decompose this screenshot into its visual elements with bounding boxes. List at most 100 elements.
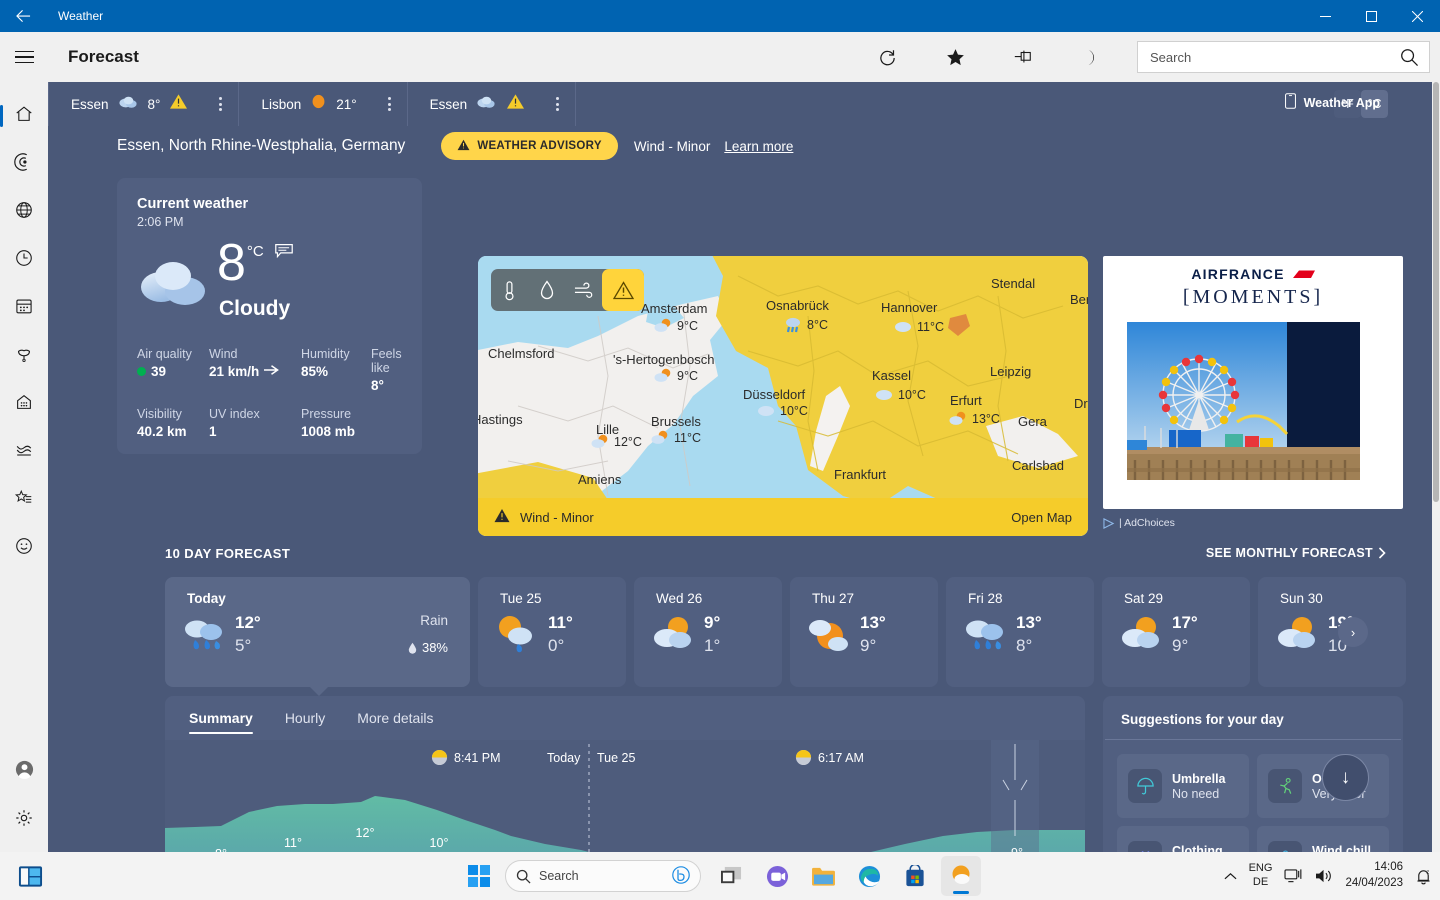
day-low-temp: 9°: [1172, 635, 1198, 658]
metric-pressure: Pressure 1008 mb: [301, 407, 371, 439]
alerts-icon[interactable]: [602, 269, 644, 311]
metric-value: 40.2 km: [137, 424, 209, 439]
location-options-icon[interactable]: [388, 97, 391, 111]
map-place-label: Ber: [1070, 292, 1088, 307]
sidebar-item-hourly[interactable]: [0, 236, 48, 284]
day-low-temp: 5°: [235, 635, 261, 658]
location-tab[interactable]: Lisbon 21°: [239, 82, 407, 126]
location-tab[interactable]: Essen: [408, 82, 577, 126]
open-map-link[interactable]: Open Map: [1011, 510, 1072, 525]
learn-more-link[interactable]: Learn more: [724, 139, 793, 154]
alert-triangle-icon: [506, 93, 525, 115]
search-box[interactable]: [1137, 41, 1430, 73]
map-layer-toolbar[interactable]: [491, 269, 644, 311]
sidebar-item-account[interactable]: [0, 748, 48, 796]
file-explorer-icon[interactable]: [803, 856, 843, 896]
adchoices-label[interactable]: | AdChoices: [1103, 517, 1175, 529]
map-place-label: Erfurt: [950, 393, 982, 408]
edge-icon[interactable]: [849, 856, 889, 896]
search-icon[interactable]: [1389, 42, 1429, 72]
tab-hourly[interactable]: Hourly: [285, 696, 325, 740]
cloudy-icon: [118, 94, 139, 114]
sidebar-item-life[interactable]: [0, 380, 48, 428]
dark-mode-moon-icon[interactable]: [1069, 37, 1113, 77]
sidebar-item-home[interactable]: [0, 92, 48, 140]
scroll-down-button[interactable]: ↓: [1322, 754, 1369, 801]
suggestion-wind-chill[interactable]: Wind chill Safe: [1257, 826, 1389, 852]
weather-map-card[interactable]: Chelmsford Hastings Amsterdam 's-Hertoge…: [478, 256, 1088, 536]
hamburger-menu-icon[interactable]: [0, 37, 48, 77]
start-icon[interactable]: [459, 856, 499, 896]
sidebar-item-settings[interactable]: [0, 796, 48, 844]
widgets-icon[interactable]: [10, 856, 50, 896]
weather-advisory-badge[interactable]: WEATHER ADVISORY: [441, 132, 618, 160]
store-icon[interactable]: [895, 856, 935, 896]
clock-and-date[interactable]: 14:06 24/04/2023: [1345, 860, 1403, 891]
forecast-next-button[interactable]: ›: [1338, 617, 1368, 647]
gear-icon: [14, 808, 34, 833]
location-tab[interactable]: Essen 8°: [48, 82, 239, 126]
see-monthly-forecast-link[interactable]: SEE MONTHLY FORECAST: [1206, 546, 1386, 560]
weather-icon[interactable]: [941, 856, 981, 896]
sidebar-item-favorites[interactable]: [0, 476, 48, 524]
weather-app-link[interactable]: Weather App: [1285, 93, 1380, 112]
ten-day-forecast-heading: 10 DAY FORECAST: [165, 546, 290, 561]
forecast-day-card[interactable]: Today 12° 5° Rain 38%: [165, 577, 470, 687]
hourly-temperature-chart[interactable]: 8:41 PM 6:17 AM Today Tue 25 8° 11° 12° …: [165, 740, 1085, 852]
bing-chat-icon[interactable]: [672, 866, 690, 887]
forecast-day-card[interactable]: Sun 30 19° 10°: [1258, 577, 1406, 687]
refresh-icon[interactable]: [865, 37, 909, 77]
wind-icon[interactable]: [565, 269, 602, 311]
forecast-day-card[interactable]: Wed 26 9° 1°: [634, 577, 782, 687]
map-place-label: Frankfurt: [834, 467, 886, 482]
alert-triangle-icon: [494, 508, 510, 526]
sunset-icon: [431, 749, 448, 766]
day-low-temp: 1°: [704, 635, 720, 658]
umbrella-icon: [1128, 769, 1162, 803]
precipitation-icon[interactable]: [528, 269, 565, 311]
forecast-day-card[interactable]: Sat 29 17° 9°: [1102, 577, 1250, 687]
network-icon[interactable]: [1284, 868, 1303, 884]
suggestion-clothing[interactable]: Clothing Light jacket: [1117, 826, 1249, 852]
maximize-button[interactable]: [1348, 0, 1394, 32]
forecast-day-card[interactable]: Tue 25 11° 0°: [478, 577, 626, 687]
location-temp: 8°: [148, 97, 161, 112]
cloudy-icon: [874, 387, 896, 402]
page-scrollbar[interactable]: [1432, 82, 1440, 852]
notification-bell-icon[interactable]: z: [1415, 868, 1432, 885]
search-input[interactable]: [1138, 42, 1389, 72]
teams-icon[interactable]: [757, 856, 797, 896]
location-options-icon[interactable]: [219, 97, 222, 111]
comment-icon[interactable]: [275, 244, 293, 263]
forecast-day-card[interactable]: Fri 28 13° 8°: [946, 577, 1094, 687]
pin-icon[interactable]: [1001, 37, 1045, 77]
favorite-star-icon[interactable]: [933, 37, 977, 77]
location-options-icon[interactable]: [556, 97, 559, 111]
current-unit: °C: [247, 243, 264, 260]
language-indicator[interactable]: ENG DE: [1249, 862, 1273, 890]
close-button[interactable]: [1394, 0, 1440, 32]
sidebar-item-historical[interactable]: [0, 428, 48, 476]
sidebar-item-monthly[interactable]: [0, 284, 48, 332]
metric-feels-like: Feels like 8°: [371, 347, 402, 393]
tray-overflow-icon[interactable]: [1224, 872, 1237, 881]
detail-tabs: Summary Hourly More details: [165, 696, 1085, 740]
sidebar-item-send-feedback[interactable]: [0, 524, 48, 572]
sidebar-item-pollen[interactable]: [0, 332, 48, 380]
advertisement-card[interactable]: AIRFRANCE [MOMENTS]: [1103, 256, 1403, 509]
taskbar-search[interactable]: Search: [505, 860, 701, 892]
sidebar-item-maps[interactable]: [0, 188, 48, 236]
tab-summary[interactable]: Summary: [189, 696, 253, 740]
temperature-icon[interactable]: [491, 269, 528, 311]
back-button[interactable]: [0, 0, 46, 32]
map-place-label: Brussels: [651, 414, 701, 429]
forecast-day-card[interactable]: Thu 27 13° 9°: [790, 577, 938, 687]
tab-more-details[interactable]: More details: [357, 696, 433, 740]
task-view-icon[interactable]: [711, 856, 751, 896]
sidebar-item-radar[interactable]: [0, 140, 48, 188]
scrollbar-thumb[interactable]: [1433, 82, 1439, 502]
volume-icon[interactable]: [1315, 868, 1333, 884]
svg-text:z: z: [1426, 869, 1429, 875]
minimize-button[interactable]: [1302, 0, 1348, 32]
suggestion-umbrella[interactable]: Umbrella No need: [1117, 754, 1249, 818]
